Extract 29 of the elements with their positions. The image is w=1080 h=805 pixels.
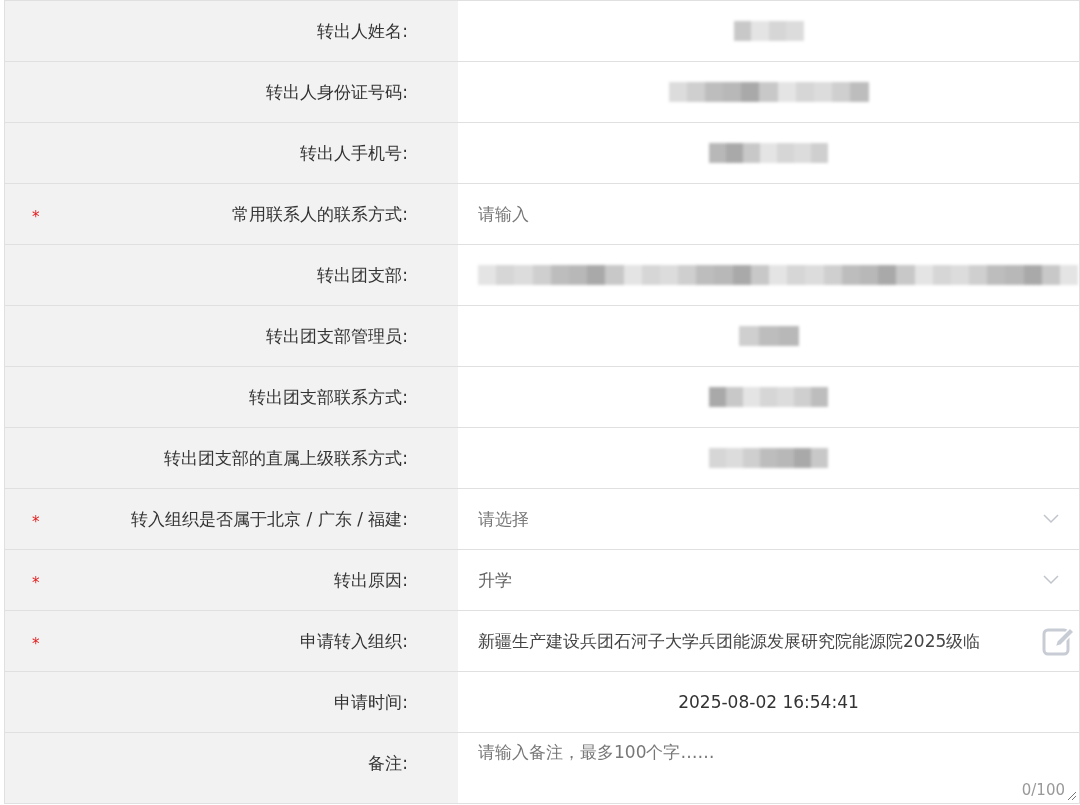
resize-handle-icon[interactable] [1067, 791, 1077, 801]
field-label: 转出团支部联系方式: [249, 386, 408, 409]
required-mark: * [32, 513, 40, 531]
blurred-text [738, 326, 799, 346]
field-label: 转出原因: [334, 569, 408, 592]
field-label: 转出团支部的直属上级联系方式: [164, 447, 408, 470]
field-label: 转出人姓名: [317, 20, 408, 43]
field-label: 申请时间: [334, 691, 408, 714]
required-mark: * [32, 574, 40, 592]
field-label: 常用联系人的联系方式: [232, 203, 408, 226]
select-field[interactable]: 升学 [478, 568, 1059, 592]
field-label: 转入组织是否属于北京 / 广东 / 福建: [131, 508, 408, 531]
select-field[interactable]: 请选择 [478, 507, 1059, 531]
chevron-down-icon [1043, 514, 1059, 524]
field-value: 2025-08-02 16:54:41 [678, 692, 859, 712]
field-label: 转出团支部管理员: [266, 325, 408, 348]
required-mark: * [32, 208, 40, 226]
input-field[interactable]: 请输入 [478, 204, 1059, 224]
character-count: 0/100 [1021, 781, 1065, 799]
field-value: 新疆生产建设兵团石河子大学兵团能源发展研究院能源院2025级临 [478, 629, 981, 653]
remarks-textarea[interactable]: 请输入备注，最多100个字…… [478, 733, 1059, 777]
field-label: 申请转入组织: [300, 630, 408, 653]
field-label: 转出团支部: [317, 264, 408, 287]
chevron-down-icon [1043, 575, 1059, 585]
field-label: 转出人手机号: [300, 142, 408, 165]
blurred-text [733, 21, 804, 41]
field-label: 转出人身份证号码: [266, 81, 408, 104]
field-label: 备注: [368, 752, 408, 775]
required-mark: * [32, 635, 40, 653]
